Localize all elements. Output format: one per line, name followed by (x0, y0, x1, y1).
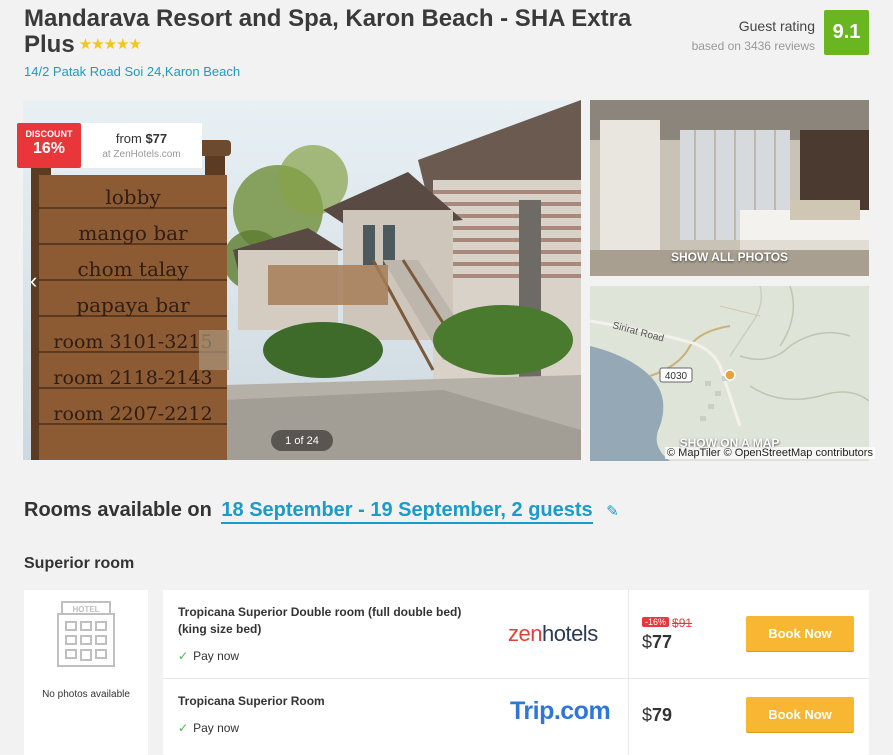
from-price: $77 (145, 131, 168, 146)
sign-line-6: room 2118-2143 (53, 367, 212, 389)
room-type-name: Superior room (24, 555, 135, 572)
hotel-icon-label: HOTEL (72, 605, 99, 614)
price-discount-badge: -16% (642, 617, 670, 627)
map-image: 4030 Sirirat Road (590, 286, 869, 461)
price-value: 79 (652, 705, 673, 725)
hotel-title: Mandarava Resort and Spa, Karon Beach - … (24, 6, 684, 58)
discount-label: DISCOUNT (25, 129, 73, 139)
date-guests-selector[interactable]: 18 September - 19 September, 2 guests (221, 499, 593, 524)
discount-value: 16% (32, 140, 66, 157)
offer-price: $79 (642, 705, 672, 726)
sign-line-1: lobby (105, 185, 161, 209)
check-icon: ✓ (178, 649, 189, 663)
lowest-price-box[interactable]: from $77 at ZenHotels.com (81, 123, 202, 168)
offer-row: Tropicana Superior Double room (full dou… (163, 590, 869, 679)
book-now-button[interactable]: Book Now (746, 697, 854, 732)
photo-counter: 1 of 24 (271, 430, 333, 451)
zenhotels-logo: zenhotels (508, 621, 598, 646)
sign-line-4: papaya bar (76, 293, 190, 317)
payment-text: Pay now (193, 721, 240, 735)
sign-line-5: room 3101-3215 (53, 331, 212, 353)
tripcom-logo: Trip.com (510, 697, 611, 725)
no-photos-text: No photos available (42, 689, 130, 700)
from-source: at ZenHotels.com (102, 149, 181, 160)
guest-rating-label: Guest rating (738, 18, 815, 34)
payment-condition: ✓ Pay now (178, 721, 239, 735)
offer-price: $77 (642, 632, 692, 653)
location-map[interactable]: 4030 Sirirat Road (590, 286, 869, 461)
check-icon: ✓ (178, 721, 189, 735)
star-rating-icon: ★★★★★ (78, 36, 142, 53)
rooms-heading-label: Rooms available on (24, 499, 212, 521)
edit-pencil-icon[interactable]: ✎ (606, 502, 619, 520)
offer-name: Tropicana Superior Double room (full dou… (178, 605, 462, 636)
book-now-button[interactable]: Book Now (746, 616, 854, 651)
rating-score-badge: 9.1 (824, 10, 869, 55)
offer-name: Tropicana Superior Room (178, 694, 325, 708)
discount-badge: DISCOUNT 16% (17, 123, 81, 168)
price-value: 77 (652, 632, 673, 652)
hotel-address[interactable]: 14/2 Patak Road Soi 24,Karon Beach (24, 64, 240, 79)
hotel-building-icon: HOTEL (57, 601, 115, 667)
offers-table: Tropicana Superior Double room (full dou… (163, 590, 869, 755)
guest-rating-summary: Guest rating based on 3436 reviews (692, 18, 815, 53)
from-price-line: from $77 (81, 131, 202, 146)
payment-condition: ✓ Pay now (178, 649, 239, 663)
sign-line-3: chom talay (77, 257, 189, 281)
price-currency: $ (642, 632, 653, 652)
price-currency: $ (642, 705, 653, 725)
from-prefix: from (115, 131, 146, 146)
prev-photo-arrow-icon[interactable]: ‹ (30, 268, 37, 294)
show-all-photos-link[interactable]: SHOW ALL PHOTOS (590, 250, 869, 264)
rooms-heading: Rooms available on 18 September - 19 Sep… (24, 499, 619, 524)
sign-line-2: mango bar (78, 221, 188, 245)
room-photo-placeholder: HOTEL No photos available (24, 590, 148, 755)
map-road-number: 4030 (665, 371, 688, 382)
map-attribution[interactable]: © MapTiler © OpenStreetMap contributors (665, 447, 875, 459)
sign-line-7: room 2207-2212 (53, 403, 212, 425)
old-price: $91 (672, 616, 693, 630)
payment-text: Pay now (193, 649, 240, 663)
offer-price-block: -16% $91 $77 (642, 614, 692, 653)
review-count[interactable]: based on 3436 reviews (692, 39, 815, 53)
